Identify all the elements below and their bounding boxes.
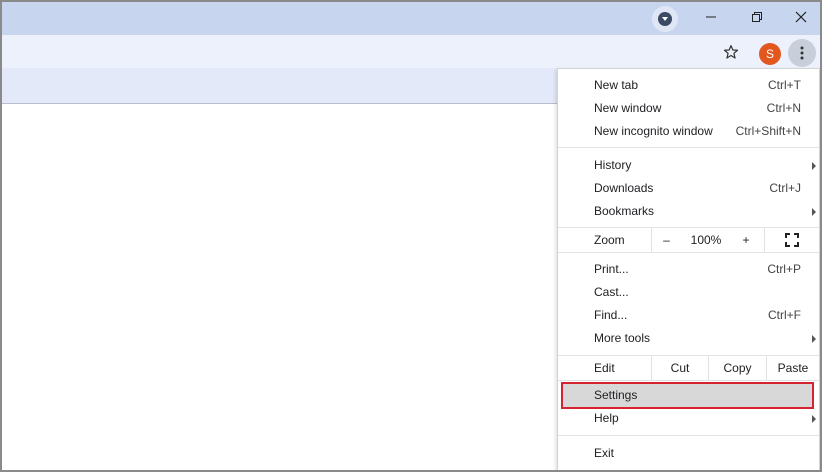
menu-item-shortcut: Ctrl+T xyxy=(768,78,801,92)
bookmark-star-button[interactable] xyxy=(720,42,742,62)
menu-item-label: More tools xyxy=(594,331,651,345)
cut-button[interactable]: Cut xyxy=(651,356,708,380)
menu-item-label: Bookmarks xyxy=(594,204,655,218)
menu-item-new-window[interactable]: New window Ctrl+N xyxy=(558,97,819,120)
menu-item-more-tools[interactable]: More tools xyxy=(558,327,819,350)
menu-item-label: New tab xyxy=(594,78,639,92)
menu-item-label: Downloads xyxy=(594,181,654,195)
submenu-arrow-icon xyxy=(812,335,816,343)
menu-separator xyxy=(558,435,819,436)
toolbar: S xyxy=(2,35,820,68)
minimize-button[interactable] xyxy=(688,2,734,32)
menu-item-shortcut: Ctrl+N xyxy=(766,101,801,115)
edit-label: Edit xyxy=(594,361,615,375)
menu-item-cast[interactable]: Cast... xyxy=(558,281,819,304)
close-icon xyxy=(795,11,807,23)
menu-item-exit[interactable]: Exit xyxy=(558,442,819,465)
menu-item-find[interactable]: Find... Ctrl+F xyxy=(558,304,819,327)
menu-item-shortcut: Ctrl+J xyxy=(769,181,801,195)
close-button[interactable] xyxy=(778,2,820,32)
more-vert-icon xyxy=(800,46,804,60)
menu-item-label: Cast... xyxy=(594,285,629,299)
menu-item-shortcut: Ctrl+P xyxy=(767,262,801,276)
fullscreen-button[interactable] xyxy=(764,228,819,252)
fullscreen-icon xyxy=(785,233,799,247)
menu-item-label: Settings xyxy=(594,388,638,402)
menu-item-history[interactable]: History xyxy=(558,154,819,177)
restore-button[interactable] xyxy=(734,2,780,32)
tab-search-icon xyxy=(658,12,672,26)
zoom-out-button[interactable]: – xyxy=(651,228,681,252)
submenu-arrow-icon xyxy=(812,162,816,170)
menu-item-new-tab[interactable]: New tab Ctrl+T xyxy=(558,74,819,97)
edit-row: Edit Cut Copy Paste xyxy=(558,355,819,381)
chrome-menu: New tab Ctrl+T New window Ctrl+N New inc… xyxy=(557,68,820,470)
tab-search-button[interactable] xyxy=(652,6,678,32)
menu-item-help[interactable]: Help xyxy=(558,407,819,430)
title-bar xyxy=(2,2,820,35)
menu-item-print[interactable]: Print... Ctrl+P xyxy=(558,258,819,281)
restore-icon xyxy=(752,12,762,22)
menu-item-label: Find... xyxy=(594,308,628,322)
menu-separator xyxy=(558,147,819,148)
minimize-icon xyxy=(706,16,716,18)
browser-window: S New tab Ctrl+T New window Ctrl+N New i… xyxy=(0,0,822,472)
menu-item-new-incognito[interactable]: New incognito window Ctrl+Shift+N xyxy=(558,120,819,143)
zoom-level: 100% xyxy=(690,233,722,247)
star-icon xyxy=(723,45,739,59)
menu-item-label: Print... xyxy=(594,262,629,276)
menu-item-label: New window xyxy=(594,101,662,115)
zoom-in-button[interactable]: + xyxy=(731,228,761,252)
menu-item-label: New incognito window xyxy=(594,124,713,138)
menu-item-label: Exit xyxy=(594,446,615,460)
menu-item-label: Help xyxy=(594,411,619,425)
menu-button[interactable] xyxy=(788,39,816,67)
profile-avatar[interactable]: S xyxy=(759,43,781,65)
paste-button[interactable]: Paste xyxy=(766,356,819,380)
menu-item-label: History xyxy=(594,158,632,172)
menu-item-shortcut: Ctrl+Shift+N xyxy=(735,124,801,138)
zoom-row: Zoom – 100% + xyxy=(558,227,819,253)
zoom-label: Zoom xyxy=(594,233,625,247)
menu-item-shortcut: Ctrl+F xyxy=(768,308,801,322)
copy-button[interactable]: Copy xyxy=(708,356,766,380)
menu-item-downloads[interactable]: Downloads Ctrl+J xyxy=(558,177,819,200)
submenu-arrow-icon xyxy=(812,415,816,423)
menu-item-bookmarks[interactable]: Bookmarks xyxy=(558,200,819,223)
submenu-arrow-icon xyxy=(812,208,816,216)
menu-item-settings[interactable]: Settings xyxy=(558,384,819,407)
